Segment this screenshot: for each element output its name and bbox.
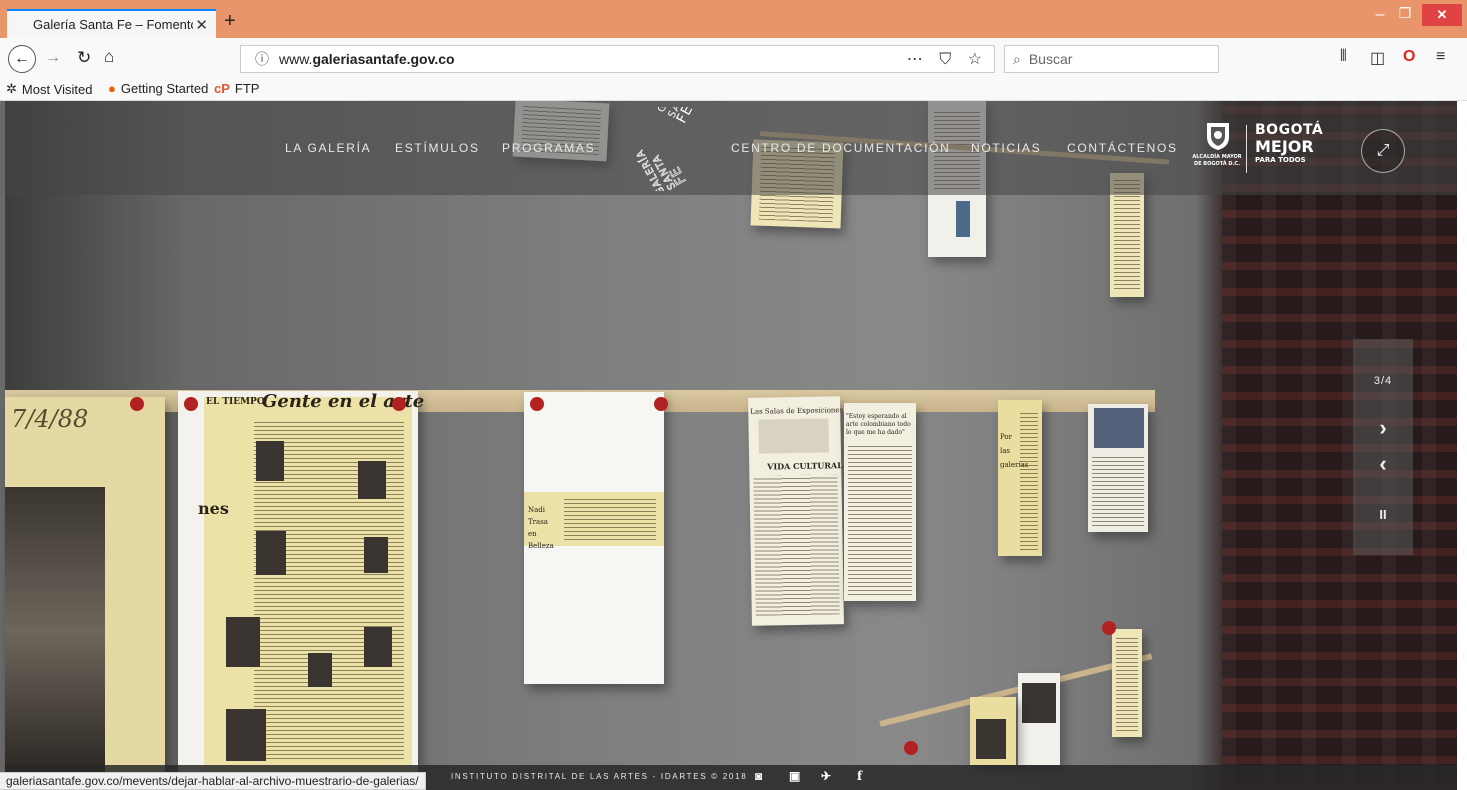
slide-next-chevron-icon[interactable]: › <box>1353 415 1413 441</box>
logo-divider <box>1246 125 1247 173</box>
page-actions-icons[interactable]: ⋯ ⛉ ☆ <box>907 49 988 69</box>
reload-icon[interactable]: ↻ <box>77 48 91 68</box>
fullscreen-expand-icon[interactable]: ⤢ <box>1361 129 1405 173</box>
clip-por-galerias: Por las galerías <box>1000 433 1029 469</box>
clipping-vida-cultural: Las Salas de Exposiciones y sus Director… <box>748 396 903 626</box>
alcaldia-line-2: DE BOGOTÁ D.C. <box>1194 161 1240 167</box>
clipping-white-sheet: Nadi Trasa en Belleza <box>524 392 664 684</box>
alcaldia-line-1: ALCALDÍA MAYOR <box>1192 154 1242 160</box>
home-icon[interactable]: ⌂ <box>104 47 114 67</box>
tab-close-icon[interactable]: ✕ <box>195 16 208 34</box>
url-domain: galeriasantafe.gov.co <box>312 51 455 67</box>
forward-arrow-icon[interactable]: → <box>45 49 61 67</box>
slide-pause-icon[interactable]: II <box>1353 507 1413 522</box>
url-text: www.galeriasantafe.gov.co <box>279 51 455 67</box>
tab-title: Galería Santa Fe – Fomento al <box>33 17 193 32</box>
new-tab-button[interactable]: + <box>224 11 236 31</box>
galeria-santa-fe-logo[interactable]: GALERÍA SANTA FE GALERÍA SANTA FE <box>623 101 718 198</box>
nav-contactenos[interactable]: CONTÁCTENOS <box>1067 141 1178 155</box>
bookmark-label: Getting Started <box>120 81 209 96</box>
url-prefix: www. <box>279 51 313 67</box>
clipping-bottom-1 <box>1112 629 1142 737</box>
bookmark-label: Most Visited <box>21 81 93 97</box>
clip-small-words: Nadi Trasa en Belleza <box>528 506 554 550</box>
footer-copyright: INSTITUTO DISTRITAL DE LAS ARTES - IDART… <box>451 772 748 781</box>
bogota-line-2: MEJOR <box>1255 137 1314 156</box>
address-bar[interactable]: ⓘ www.galeriasantafe.gov.co ⋯ ⛉ ☆ <box>240 45 995 73</box>
page-viewport: 7/4/88 EL TIEMPO Gente en el arte nes Na… <box>0 101 1467 790</box>
slide-prev-chevron-icon[interactable]: ‹ <box>1353 451 1413 477</box>
sidebar-icon[interactable]: ◫ <box>1370 48 1385 68</box>
bookmark-getting-started[interactable]: ● Getting Started <box>108 81 208 96</box>
bookmark-label: FTP <box>234 81 260 96</box>
minimize-window-icon[interactable]: – <box>1370 6 1390 26</box>
slider-controls: 3/4 › ‹ II <box>1353 339 1413 555</box>
clipping-right-mid <box>1088 404 1148 532</box>
maximize-window-icon[interactable]: ❐ <box>1395 5 1415 25</box>
bogota-mejor-logo[interactable]: BOGOTÁ MEJOR PARA TODOS <box>1255 123 1335 179</box>
clipping-bottom-2 <box>1018 673 1060 765</box>
library-icon[interactable]: ⫴ <box>1340 48 1347 66</box>
hero-photo-red-wall <box>1222 101 1457 790</box>
search-placeholder: Buscar <box>1028 51 1073 67</box>
instagram-icon[interactable]: ◙ <box>755 769 762 783</box>
alcaldia-logo[interactable]: ALCALDÍA MAYOR DE BOGOTÁ D.C. <box>1192 121 1243 175</box>
youtube-icon[interactable]: ▣ <box>789 769 800 783</box>
firefox-icon: ● <box>108 81 116 96</box>
close-window-icon[interactable]: ✕ <box>1422 4 1462 26</box>
newspaper-masthead: EL TIEMPO <box>206 397 265 407</box>
slide-counter: 3/4 <box>1373 375 1393 387</box>
facebook-icon[interactable]: f <box>857 769 862 783</box>
nav-programas[interactable]: PROGRAMAS <box>502 141 595 155</box>
gear-icon: ✲ <box>6 81 17 96</box>
browser-tab-active[interactable]: Galería Santa Fe – Fomento al ✕ <box>7 9 216 38</box>
nav-estimulos[interactable]: ESTÍMULOS <box>395 141 480 155</box>
clipping-bottom-3 <box>970 697 1016 765</box>
bookmark-ftp[interactable]: cP FTP <box>214 81 259 96</box>
back-arrow-icon[interactable]: ← <box>8 45 36 73</box>
bogota-line-3: PARA TODOS <box>1255 156 1306 164</box>
search-input[interactable]: ⌕ Buscar <box>1004 45 1219 73</box>
browser-toolbar: ← → ↻ ⌂ ⓘ www.galeriasantafe.gov.co ⋯ ⛉ … <box>0 38 1467 78</box>
search-icon: ⌕ <box>1013 50 1021 67</box>
nav-centro-documentacion[interactable]: CENTRO DE DOCUMENTACIÓN <box>731 141 951 155</box>
clipping-por-las-galerias: Por las galerías <box>998 400 1042 556</box>
status-link-preview: galeriasantafe.gov.co/mevents/dejar-habl… <box>0 772 426 790</box>
clip-vida-cultural: VIDA CULTURAL <box>767 460 843 472</box>
twitter-icon[interactable]: ✈ <box>821 769 831 783</box>
opera-icon[interactable]: O <box>1403 48 1415 66</box>
ftp-icon: cP <box>214 81 230 96</box>
clip-quote: "Estoy esperando al arte colombiano todo… <box>846 413 911 436</box>
menu-hamburger-icon[interactable]: ≡ <box>1436 48 1445 66</box>
nav-noticias[interactable]: NOTICIAS <box>971 141 1041 155</box>
clipping-side-word: nes <box>198 499 229 518</box>
clipping-gente-en-el-arte: EL TIEMPO Gente en el arte nes <box>178 391 424 790</box>
clipping-left-photo: 7/4/88 <box>5 397 165 790</box>
site-info-icon[interactable]: ⓘ <box>255 49 269 69</box>
handwritten-date: 7/4/88 <box>11 405 89 433</box>
clipping-quote: "Estoy esperando al arte colombiano todo… <box>844 403 916 601</box>
bookmark-most-visited[interactable]: ✲ Most Visited <box>6 81 92 97</box>
bogota-line-1: BOGOTÁ <box>1255 122 1324 138</box>
bookmarks-toolbar: ✲ Most Visited ● Getting Started cP FTP <box>0 78 1467 101</box>
nav-la-galeria[interactable]: LA GALERÍA <box>285 141 371 155</box>
site-header: LA GALERÍA ESTÍMULOS PROGRAMAS GALERÍA S… <box>5 101 1457 198</box>
browser-titlebar: Galería Santa Fe – Fomento al ✕ + – ❐ ✕ <box>0 0 1467 38</box>
